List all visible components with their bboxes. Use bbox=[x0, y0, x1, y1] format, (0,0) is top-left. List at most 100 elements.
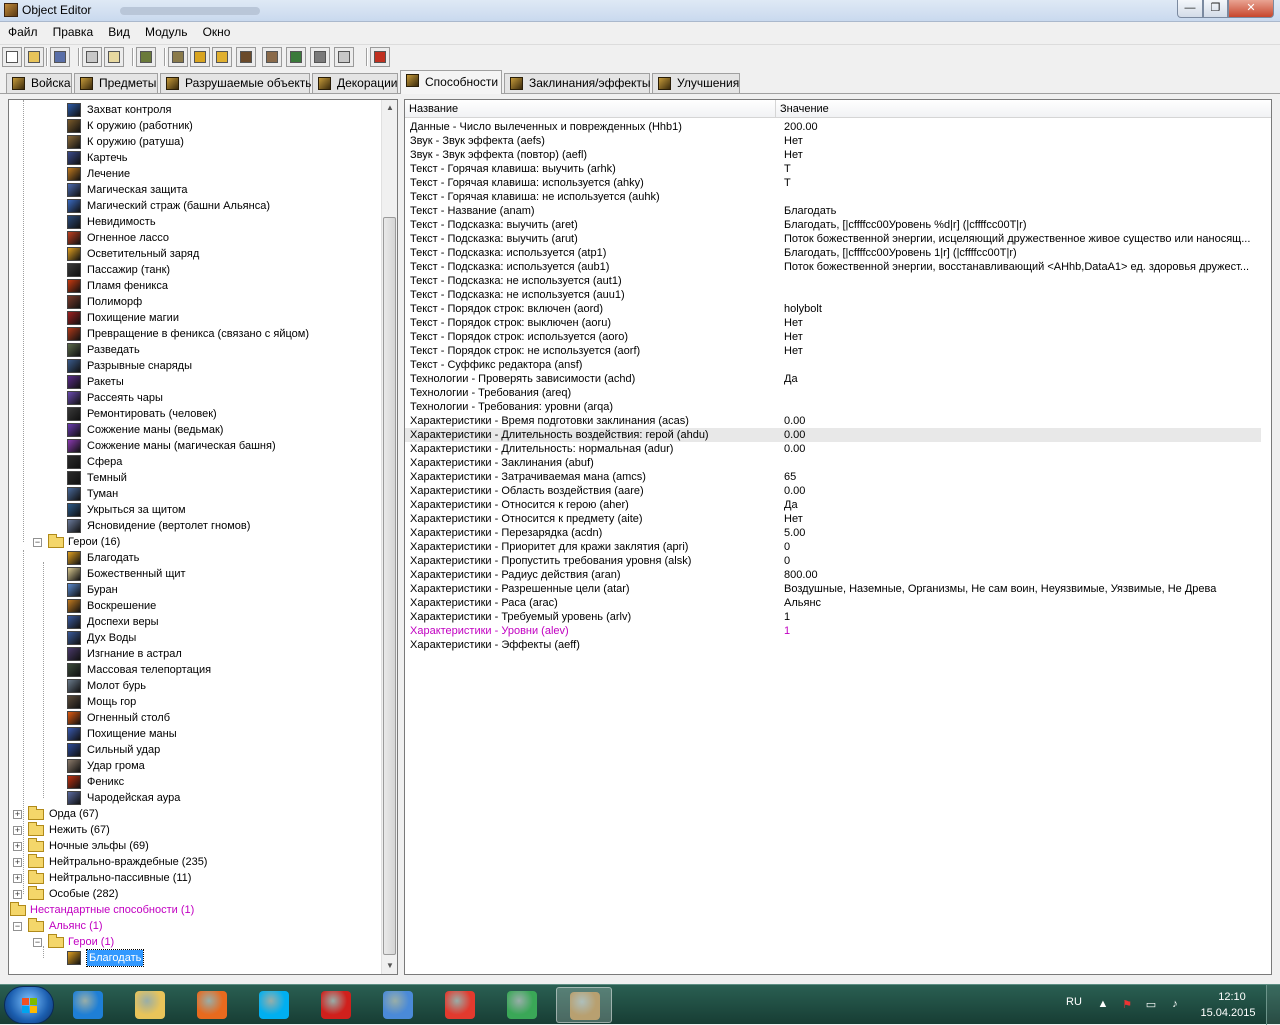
expand-icon[interactable]: + bbox=[13, 826, 22, 835]
tree-item-ability[interactable]: Разрывные снаряды bbox=[9, 358, 379, 374]
column-header-value[interactable]: Значение bbox=[776, 100, 1271, 118]
property-row[interactable]: Данные - Число вылеченных и поврежденных… bbox=[405, 120, 1261, 134]
property-value[interactable]: Благодать bbox=[784, 204, 1254, 218]
property-value[interactable]: Да bbox=[784, 498, 1254, 512]
collapse-icon[interactable]: − bbox=[13, 922, 22, 931]
tab-doodads[interactable]: Декорации bbox=[312, 73, 398, 93]
tree-item-hero-ability[interactable]: Дух Воды bbox=[9, 630, 379, 646]
sound-editor-button[interactable] bbox=[212, 47, 232, 67]
tree-item-ability[interactable]: Полиморф bbox=[9, 294, 379, 310]
object-editor-button[interactable] bbox=[236, 47, 256, 67]
tree-item-hero-ability[interactable]: Огненный столб bbox=[9, 710, 379, 726]
tab-destructibles[interactable]: Разрушаемые объекты bbox=[160, 73, 314, 93]
start-button[interactable] bbox=[4, 986, 54, 1024]
tree-item-ability[interactable]: Туман bbox=[9, 486, 379, 502]
tree-item-ability[interactable]: Рассеять чары bbox=[9, 390, 379, 406]
tree-item-selected[interactable]: Благодать bbox=[9, 949, 379, 967]
video-app-taskbar-button[interactable] bbox=[308, 987, 364, 1023]
tree-item-ability[interactable]: Лечение bbox=[9, 166, 379, 182]
property-row[interactable]: Характеристики - Затрачиваемая мана (amc… bbox=[405, 470, 1261, 484]
property-value[interactable]: Нет bbox=[784, 344, 1254, 358]
property-row[interactable]: Характеристики - Требуемый уровень (arlv… bbox=[405, 610, 1261, 624]
property-value[interactable]: 5.00 bbox=[784, 526, 1254, 540]
world-editor-taskbar-button[interactable] bbox=[556, 987, 612, 1023]
tree-folder-race[interactable]: + Нейтрально-пассивные (11) bbox=[9, 870, 379, 886]
property-row[interactable]: Текст - Порядок строк: не используется (… bbox=[405, 344, 1261, 358]
test-map-button[interactable] bbox=[370, 47, 390, 67]
tree-item-hero-ability[interactable]: Чародейская аура bbox=[9, 790, 379, 806]
tree-item-ability[interactable]: Магическая защита bbox=[9, 182, 379, 198]
tree-folder-custom-alliance[interactable]: − Альянс (1) bbox=[9, 918, 379, 934]
menu-window[interactable]: Окно bbox=[197, 22, 237, 42]
tree-item-ability[interactable]: Ремонтировать (человек) bbox=[9, 406, 379, 422]
property-value[interactable]: Нет bbox=[784, 134, 1254, 148]
scroll-thumb[interactable] bbox=[383, 217, 396, 955]
property-value[interactable]: 1 bbox=[784, 624, 1254, 638]
tray-expand-icon[interactable]: ▲ bbox=[1096, 998, 1110, 1012]
property-value[interactable]: Поток божественной энергии, исцеляющий д… bbox=[784, 232, 1254, 246]
property-value[interactable]: 200.00 bbox=[784, 120, 1254, 134]
media-player-taskbar-button[interactable] bbox=[184, 987, 240, 1023]
tree-item-hero-ability[interactable]: Сильный удар bbox=[9, 742, 379, 758]
tree-item-ability[interactable]: Превращение в феникса (связано с яйцом) bbox=[9, 326, 379, 342]
tree-item-hero-ability[interactable]: Буран bbox=[9, 582, 379, 598]
property-row[interactable]: Текст - Подсказка: используется (atp1) Бл… bbox=[405, 246, 1261, 260]
tree-item-ability[interactable]: Осветительный заряд bbox=[9, 246, 379, 262]
tree-item-hero-ability[interactable]: Похищение маны bbox=[9, 726, 379, 742]
property-row[interactable]: Текст - Горячая клавиша: не используется… bbox=[405, 190, 1261, 204]
property-row[interactable]: Технологии - Требования (areq) bbox=[405, 386, 1261, 400]
property-row[interactable]: Технологии - Требования: уровни (arqa) bbox=[405, 400, 1261, 414]
scroll-down-arrow-icon[interactable]: ▼ bbox=[382, 958, 397, 974]
property-grid[interactable]: Название Значение Данные - Число вылечен… bbox=[404, 99, 1272, 975]
chrome-taskbar-button[interactable] bbox=[494, 987, 550, 1023]
tree-item-ability[interactable]: Картечь bbox=[9, 150, 379, 166]
tree-folder-race[interactable]: + Нейтрально-враждебные (235) bbox=[9, 854, 379, 870]
internet-explorer-taskbar-button[interactable] bbox=[60, 987, 116, 1023]
tree-item-hero-ability[interactable]: Благодать bbox=[9, 550, 379, 566]
tree-item-ability[interactable]: Похищение магии bbox=[9, 310, 379, 326]
clock-date[interactable]: 15.04.2015 bbox=[1198, 1007, 1258, 1019]
save-button[interactable] bbox=[50, 47, 70, 67]
property-row[interactable]: Характеристики - Приоритет для кражи зак… bbox=[405, 540, 1261, 554]
paste-button[interactable] bbox=[104, 47, 124, 67]
trigger-editor-button[interactable] bbox=[168, 47, 188, 67]
property-value[interactable]: T bbox=[784, 176, 1254, 190]
expand-icon[interactable]: + bbox=[13, 874, 22, 883]
tree-item-ability[interactable]: Ясновидение (вертолет гномов) bbox=[9, 518, 379, 534]
tree-folder-custom[interactable]: Нестандартные способности (1) bbox=[9, 902, 379, 918]
tree-folder-custom-heroes[interactable]: − Герои (1) bbox=[9, 934, 379, 950]
tree-item-ability[interactable]: Сожжение маны (ведьмак) bbox=[9, 422, 379, 438]
tree-item-hero-ability[interactable]: Мощь гор bbox=[9, 694, 379, 710]
tree-item-hero-ability[interactable]: Массовая телепортация bbox=[9, 662, 379, 678]
property-value[interactable]: Нет bbox=[784, 148, 1254, 162]
property-row[interactable]: Характеристики - Длительность воздействи… bbox=[405, 428, 1261, 442]
scroll-up-arrow-icon[interactable]: ▲ bbox=[382, 100, 397, 116]
file-explorer-taskbar-button[interactable] bbox=[122, 987, 178, 1023]
property-row[interactable]: Характеристики - Заклинания (abuf) bbox=[405, 456, 1261, 470]
new-button[interactable] bbox=[2, 47, 22, 67]
property-row[interactable]: Характеристики - Эффекты (aeff) bbox=[405, 638, 1261, 652]
audio-app-taskbar-button[interactable] bbox=[370, 987, 426, 1023]
property-row[interactable]: Звук - Звук эффекта (aefs) Нет bbox=[405, 134, 1261, 148]
menu-module[interactable]: Модуль bbox=[139, 22, 194, 42]
property-row[interactable]: Характеристики - Пропустить требования у… bbox=[405, 554, 1261, 568]
property-value[interactable]: Нет bbox=[784, 512, 1254, 526]
expand-icon[interactable]: + bbox=[13, 810, 22, 819]
property-value[interactable]: Благодать, [|cffffcc00Уровень %d|r] (|cf… bbox=[784, 218, 1254, 232]
tree-item-ability[interactable]: Магический страж (башни Альянса) bbox=[9, 198, 379, 214]
import-manager-button[interactable] bbox=[310, 47, 330, 67]
tab-buffs[interactable]: Заклинания/эффекты bbox=[504, 73, 651, 93]
property-value[interactable]: 0.00 bbox=[784, 414, 1254, 428]
property-value[interactable]: 0.00 bbox=[784, 428, 1254, 442]
minimize-button[interactable]: — bbox=[1177, 0, 1203, 18]
menu-file[interactable]: Файл bbox=[2, 22, 44, 42]
action-center-flag-icon[interactable]: ⚑ bbox=[1120, 998, 1134, 1012]
tree-item-hero-ability[interactable]: Феникс bbox=[9, 774, 379, 790]
property-row[interactable]: Текст - Подсказка: не используется (auu1… bbox=[405, 288, 1261, 302]
tree-item-ability[interactable]: Огненное лассо bbox=[9, 230, 379, 246]
campaign-editor-button[interactable] bbox=[262, 47, 282, 67]
tree-item-hero-ability[interactable]: Изгнание в астрал bbox=[9, 646, 379, 662]
menu-edit[interactable]: Правка bbox=[47, 22, 100, 42]
property-value[interactable]: 0 bbox=[784, 540, 1254, 554]
property-row[interactable]: Технологии - Проверять зависимости (achd… bbox=[405, 372, 1261, 386]
